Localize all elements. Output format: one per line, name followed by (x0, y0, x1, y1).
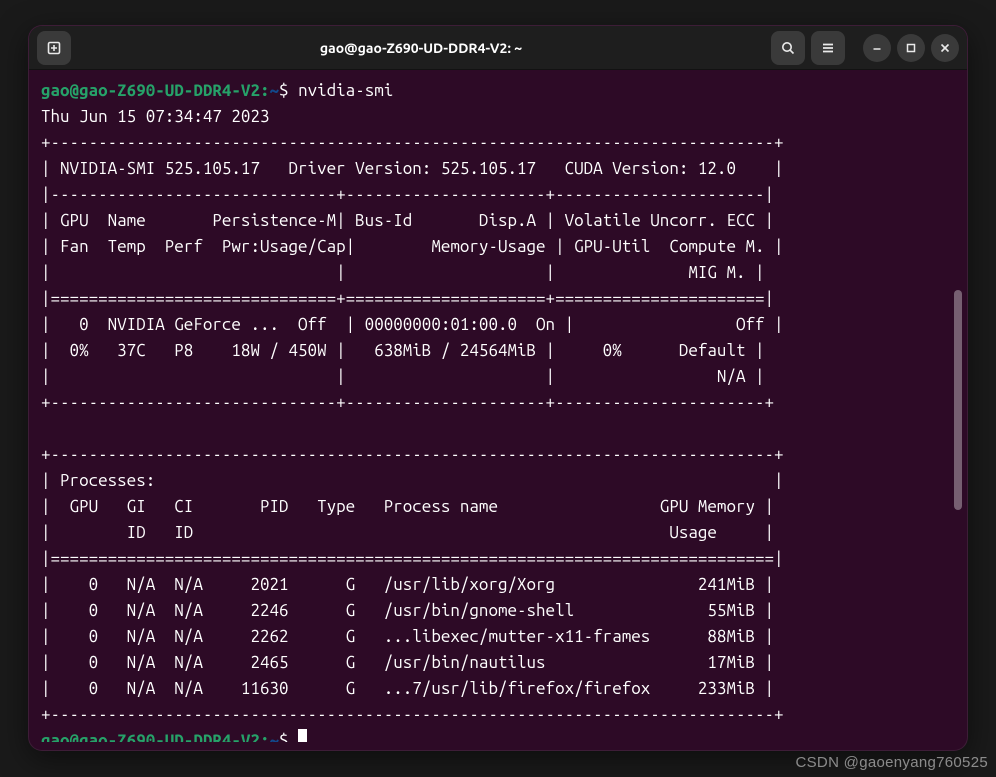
prompt-path: ~ (270, 731, 280, 742)
entered-command: nvidia-smi (298, 81, 393, 100)
nvidia-header: | NVIDIA-SMI 525.105.17 Driver Version: … (41, 159, 784, 178)
titlebar: gao@gao-Z690-UD-DDR4-V2: ~ (29, 26, 967, 70)
process-columns: | GPU GI CI PID Type Process name GPU Me… (41, 497, 774, 516)
column-header: | | | MIG M. | (41, 263, 765, 282)
minimize-button[interactable] (863, 34, 891, 62)
ascii-line: +------------------------------+--------… (41, 393, 774, 412)
ascii-line: +---------------------------------------… (41, 133, 784, 152)
column-header: | GPU Name Persistence-M| Bus-Id Disp.A … (41, 211, 774, 230)
gpu-row: | 0% 37C P8 18W / 450W | 638MiB / 24564M… (41, 341, 765, 360)
terminal-body[interactable]: gao@gao-Z690-UD-DDR4-V2:~$ nvidia-smi Th… (29, 70, 967, 750)
window-title: gao@gao-Z690-UD-DDR4-V2: ~ (77, 40, 765, 56)
cursor-block (298, 729, 307, 742)
new-tab-button[interactable] (37, 31, 71, 65)
process-row: | 0 N/A N/A 2465 G /usr/bin/nautilus 17M… (41, 653, 774, 672)
prompt-user-host: gao@gao-Z690-UD-DDR4-V2 (41, 81, 260, 100)
process-columns: | ID ID Usage | (41, 523, 774, 542)
prompt-user-host: gao@gao-Z690-UD-DDR4-V2 (41, 731, 260, 742)
process-row: | 0 N/A N/A 2021 G /usr/lib/xorg/Xorg 24… (41, 575, 774, 594)
close-button[interactable] (931, 34, 959, 62)
gpu-row: | 0 NVIDIA GeForce ... Off | 00000000:01… (41, 315, 784, 334)
process-row: | 0 N/A N/A 11630 G ...7/usr/lib/firefox… (41, 679, 774, 698)
ascii-line: |------------------------------+--------… (41, 185, 774, 204)
ascii-line: |=======================================… (41, 549, 784, 568)
terminal-window: gao@gao-Z690-UD-DDR4-V2: ~ (28, 25, 968, 751)
ascii-line: |==============================+========… (41, 289, 774, 308)
search-button[interactable] (771, 31, 805, 65)
process-row: | 0 N/A N/A 2246 G /usr/bin/gnome-shell … (41, 601, 774, 620)
process-row: | 0 N/A N/A 2262 G ...libexec/mutter-x11… (41, 627, 774, 646)
output-timestamp: Thu Jun 15 07:34:47 2023 (41, 107, 269, 126)
menu-button[interactable] (811, 31, 845, 65)
column-header: | Fan Temp Perf Pwr:Usage/Cap| Memory-Us… (41, 237, 784, 256)
prompt-path: ~ (270, 81, 280, 100)
scrollbar-thumb[interactable] (954, 290, 962, 510)
maximize-button[interactable] (897, 34, 925, 62)
watermark-text: CSDN @gaoenyang760525 (796, 754, 989, 771)
processes-header: | Processes: | (41, 471, 784, 490)
terminal-output: gao@gao-Z690-UD-DDR4-V2:~$ nvidia-smi Th… (41, 78, 965, 742)
gpu-row: | | | N/A | (41, 367, 765, 386)
ascii-line: +---------------------------------------… (41, 705, 784, 724)
ascii-line: +---------------------------------------… (41, 445, 784, 464)
